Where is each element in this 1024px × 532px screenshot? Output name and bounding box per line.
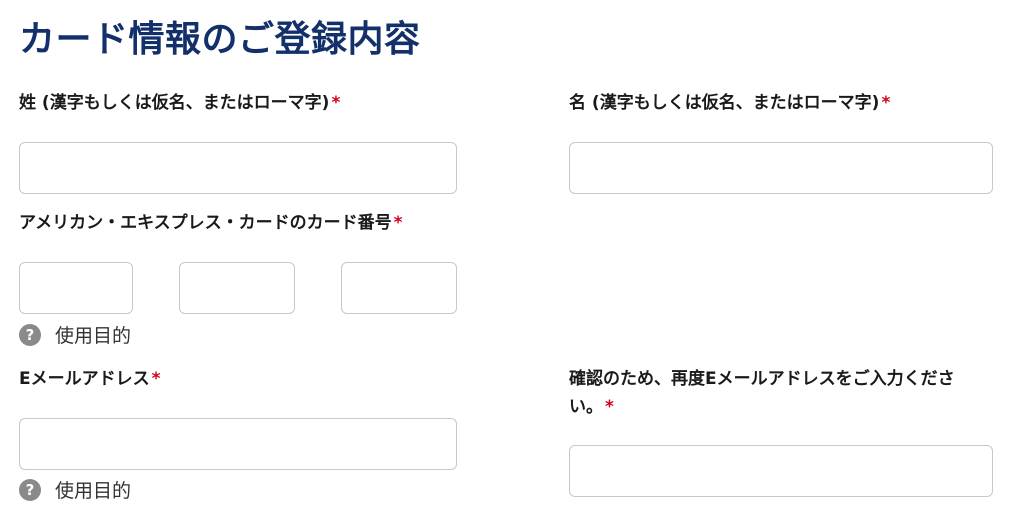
first-name-label: 名 (漢字もしくは仮名、またはローマ字) *: [569, 89, 890, 117]
question-icon[interactable]: ?: [19, 478, 41, 501]
email-confirm-input[interactable]: [569, 445, 993, 497]
required-mark: *: [605, 397, 614, 417]
required-mark: *: [331, 93, 341, 113]
email-confirm-label-line2-wrap: い。 *: [569, 393, 1009, 421]
last-name-label-text: 姓 (漢字もしくは仮名、またはローマ字): [19, 93, 330, 113]
first-name-label-text: 名 (漢字もしくは仮名、またはローマ字): [569, 93, 880, 113]
email-label-text: Eメールアドレス: [19, 369, 150, 389]
email-confirm-label-line1: 確認のため、再度Eメールアドレスをご入力くださ: [569, 369, 955, 389]
first-name-input[interactable]: [569, 142, 993, 194]
required-mark: *: [151, 369, 161, 389]
last-name-label: 姓 (漢字もしくは仮名、またはローマ字) *: [19, 89, 340, 117]
card-number-label: アメリカン・エキスプレス・カードのカード番号 *: [19, 209, 403, 237]
card-number-help[interactable]: ? 使用目的: [19, 321, 131, 348]
card-number-segment-1[interactable]: [19, 262, 133, 314]
required-mark: *: [881, 93, 891, 113]
question-icon[interactable]: ?: [19, 323, 41, 346]
card-number-segment-2[interactable]: [179, 262, 295, 314]
email-label: Eメールアドレス *: [19, 365, 161, 393]
page-title: カード情報のご登録内容: [19, 19, 421, 60]
help-text[interactable]: 使用目的: [55, 321, 131, 348]
help-text[interactable]: 使用目的: [55, 476, 131, 503]
card-number-label-text: アメリカン・エキスプレス・カードのカード番号: [19, 213, 392, 233]
card-number-segment-3[interactable]: [341, 262, 457, 314]
email-confirm-label: 確認のため、再度Eメールアドレスをご入力くださ い。 *: [569, 365, 1009, 421]
required-mark: *: [393, 213, 403, 233]
email-help[interactable]: ? 使用目的: [19, 476, 131, 503]
email-input[interactable]: [19, 418, 457, 470]
email-confirm-label-line2: い。: [569, 397, 603, 417]
last-name-input[interactable]: [19, 142, 457, 194]
